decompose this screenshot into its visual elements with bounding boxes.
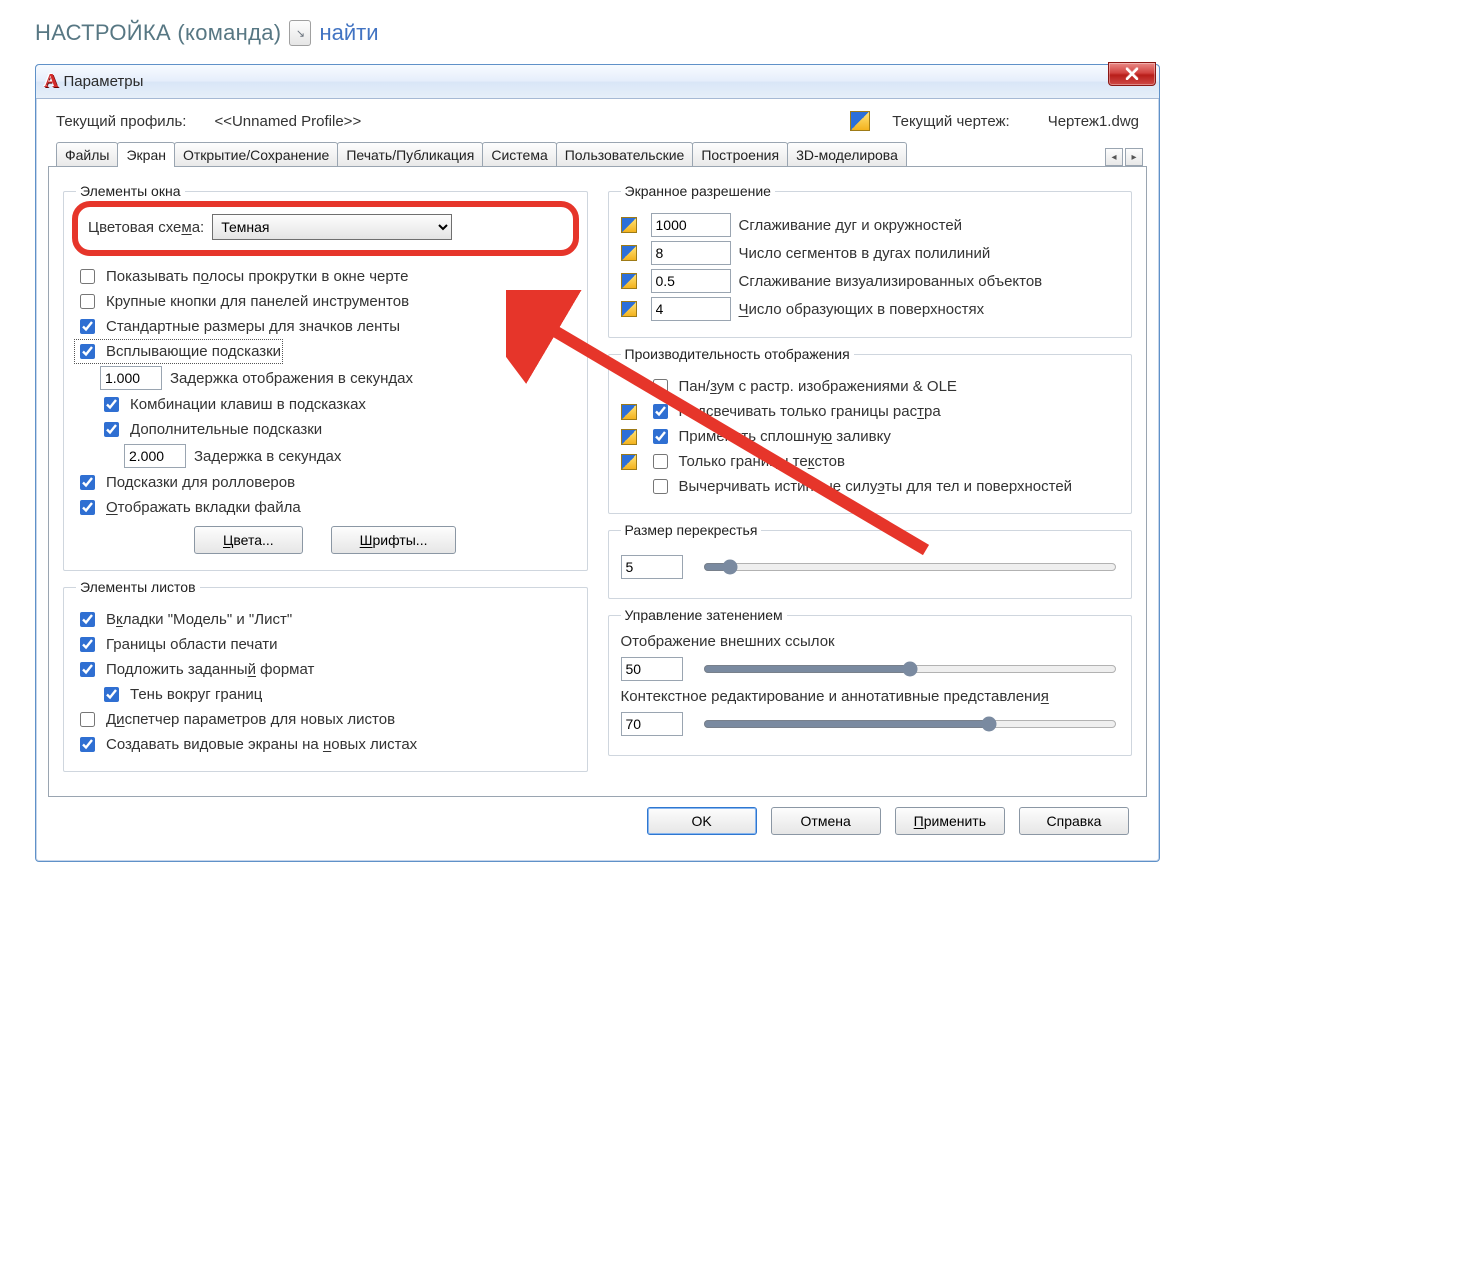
rendered-smoothness-label: Сглаживание визуализированных объектов [739,273,1120,290]
chk-tooltips[interactable] [80,344,95,359]
chk-page-setup-mgr[interactable] [80,712,95,727]
chk-model-layout-tabs[interactable] [80,612,95,627]
inplace-fade-slider[interactable] [703,713,1118,735]
rendered-smoothness-input[interactable] [651,269,731,293]
polyline-segments-input[interactable] [651,241,731,265]
arc-smoothness-input[interactable] [651,213,731,237]
crosshair-size-slider[interactable] [703,556,1118,578]
arc-smoothness-label: Сглаживание дуг и окружностей [739,217,1120,234]
dialog-title: Параметры [63,73,143,90]
highlight-annotation: Цветовая схема: Темная [72,201,579,256]
chk-paper-background[interactable] [80,662,95,677]
chk-large-buttons[interactable] [80,294,95,309]
tab-3d[interactable]: 3D-моделирова [787,142,907,166]
tooltip-delay-label: Задержка отображения в секундах [170,370,413,387]
chk-rollover-tips[interactable] [80,475,95,490]
apply-button[interactable]: Применить [895,807,1005,835]
group-layout-elements-legend: Элементы листов [76,579,200,595]
tab-pane-display: Элементы окна Цветовая схема: Темная Пок… [48,167,1147,797]
dwg-icon [621,454,637,470]
help-button[interactable]: Справка [1019,807,1129,835]
tabstrip: Файлы Экран Открытие/Сохранение Печать/П… [48,139,1147,167]
colors-button[interactable]: Цвета... [194,526,303,554]
tab-system[interactable]: Система [482,142,556,166]
current-drawing-label: Текущий чертеж: [892,113,1009,130]
chk-create-viewports[interactable] [80,737,95,752]
group-fade-control: Управление затенением Отображение внешни… [608,607,1133,756]
group-display-performance-legend: Производительность отображения [621,346,854,362]
xref-fade-input[interactable] [621,657,683,681]
chk-paper-shadow[interactable] [104,687,119,702]
close-icon [1125,68,1139,80]
tab-files[interactable]: Файлы [56,142,118,166]
tab-plot[interactable]: Печать/Публикация [337,142,483,166]
dwg-icon [621,245,637,261]
group-display-resolution-legend: Экранное разрешение [621,183,775,199]
chk-file-tabs[interactable] [80,500,95,515]
profile-row: Текущий профиль: <<Unnamed Profile>> Тек… [48,107,1147,139]
chk-panzoom-raster[interactable] [653,379,668,394]
group-display-performance: Производительность отображения Пан/зум с… [608,346,1133,514]
ok-button[interactable]: OK [647,807,757,835]
tab-open-save[interactable]: Открытие/Сохранение [174,142,338,166]
tab-drafting[interactable]: Построения [692,142,788,166]
dwg-icon [621,301,637,317]
titlebar[interactable]: A Параметры [36,65,1159,99]
tab-user[interactable]: Пользовательские [556,142,694,166]
cancel-button[interactable]: Отмена [771,807,881,835]
group-window-elements-legend: Элементы окна [76,183,185,199]
xref-fade-slider[interactable] [703,658,1118,680]
color-scheme-label: Цветовая схема: [88,219,204,236]
dwg-icon [621,217,637,233]
group-window-elements: Элементы окна Цветовая схема: Темная Пок… [63,183,588,571]
surface-contours-input[interactable] [651,297,731,321]
fonts-button[interactable]: Шрифты... [331,526,457,554]
collapse-icon[interactable]: ↘ [289,20,311,46]
chk-true-silhouettes[interactable] [653,479,668,494]
chk-ribbon-std[interactable] [80,319,95,334]
autocad-app-icon: A [44,70,58,93]
find-link[interactable]: найти [319,20,378,46]
tab-scroll-left-icon[interactable]: ◂ [1105,148,1123,166]
group-crosshair-legend: Размер перекрестья [621,522,762,538]
group-display-resolution: Экранное разрешение Сглаживание дуг и ок… [608,183,1133,338]
inplace-fade-input[interactable] [621,712,683,736]
chk-shortcut-keys[interactable] [104,397,119,412]
color-scheme-select[interactable]: Темная [212,214,452,240]
current-profile-value: <<Unnamed Profile>> [214,113,361,130]
dialog-footer: OK Отмена Применить Справка [48,797,1147,849]
polyline-segments-label: Число сегментов в дугах полилиний [739,245,1120,262]
page-title: НАСТРОЙКА (команда) [35,20,281,46]
inplace-fade-label: Контекстное редактирование и аннотативны… [621,688,1120,705]
group-crosshair-size: Размер перекрестья [608,522,1133,599]
tooltip-delay-input[interactable] [100,366,162,390]
options-dialog: A Параметры Текущий профиль: <<Unnamed P… [35,64,1160,862]
dwg-icon [621,429,637,445]
dwg-icon [621,273,637,289]
dwg-icon [850,111,870,131]
xref-fade-label: Отображение внешних ссылок [621,633,1120,650]
group-fade-legend: Управление затенением [621,607,787,623]
ext-tooltip-delay-label: Задержка в секундах [194,448,341,465]
chk-solid-fill[interactable] [653,429,668,444]
group-layout-elements: Элементы листов Вкладки "Модель" и "Лист… [63,579,588,772]
current-drawing-value: Чертеж1.dwg [1048,113,1139,130]
dwg-icon [621,404,637,420]
ext-tooltip-delay-input[interactable] [124,444,186,468]
chk-printable-area[interactable] [80,637,95,652]
chk-scrollbars[interactable] [80,269,95,284]
page-header: НАСТРОЙКА (команда) ↘ найти [35,20,1433,46]
chk-highlight-raster[interactable] [653,404,668,419]
close-button[interactable] [1108,62,1156,86]
current-profile-label: Текущий профиль: [56,113,186,130]
tab-scroll-right-icon[interactable]: ▸ [1125,148,1143,166]
chk-extended-tooltips[interactable] [104,422,119,437]
chk-text-boundary[interactable] [653,454,668,469]
surface-contours-label: Число образующих в поверхностях [739,301,1120,318]
tab-display[interactable]: Экран [117,142,175,167]
crosshair-size-input[interactable] [621,555,683,579]
